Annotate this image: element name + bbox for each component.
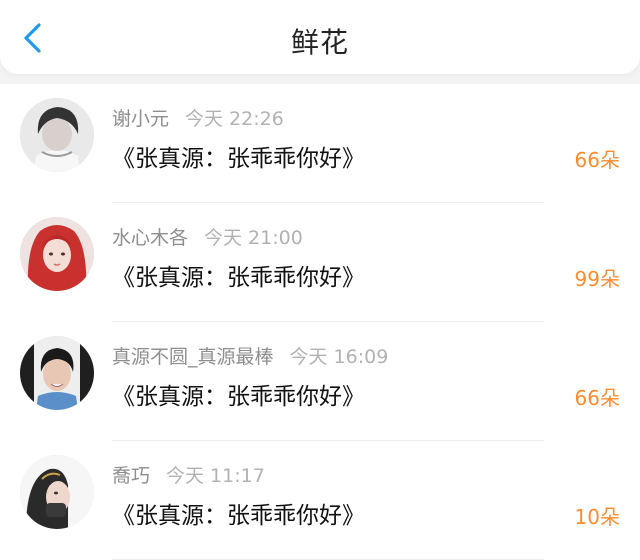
flower-count: 66朵 bbox=[574, 148, 620, 172]
work-title[interactable]: 《张真源：张乖乖你好》 bbox=[112, 139, 365, 173]
work-title[interactable]: 《张真源：张乖乖你好》 bbox=[112, 496, 365, 530]
timestamp: 今天 21:00 bbox=[204, 227, 303, 249]
flower-count: 66朵 bbox=[574, 386, 620, 410]
list-item[interactable]: 真源不圆_真源最棒 今天 16:09 《张真源：张乖乖你好》 66朵 bbox=[0, 322, 640, 441]
list-item[interactable]: 水心木各 今天 21:00 《张真源：张乖乖你好》 99朵 bbox=[0, 203, 640, 322]
row-meta: 谢小元 今天 22:26 bbox=[112, 104, 284, 131]
work-title[interactable]: 《张真源：张乖乖你好》 bbox=[112, 258, 365, 292]
sender-name[interactable]: 水心木各 bbox=[112, 227, 188, 249]
avatar[interactable] bbox=[20, 455, 94, 529]
timestamp: 今天 11:17 bbox=[166, 465, 265, 487]
flower-gift-list: 谢小元 今天 22:26 《张真源：张乖乖你好》 66朵 水心木各 今天 21:00… bbox=[0, 84, 640, 560]
sender-name[interactable]: 真源不圆_真源最棒 bbox=[112, 346, 274, 368]
avatar[interactable] bbox=[20, 98, 94, 172]
top-bar: 鲜花 bbox=[0, 0, 640, 74]
avatar[interactable] bbox=[20, 336, 94, 410]
sender-name[interactable]: 谢小元 bbox=[112, 108, 169, 130]
flower-count: 10朵 bbox=[574, 505, 620, 529]
work-title[interactable]: 《张真源：张乖乖你好》 bbox=[112, 377, 365, 411]
row-meta: 水心木各 今天 21:00 bbox=[112, 223, 303, 250]
list-item[interactable]: 喬巧 今天 11:17 《张真源：张乖乖你好》 10朵 bbox=[0, 441, 640, 560]
flower-count: 99朵 bbox=[574, 267, 620, 291]
list-item[interactable]: 谢小元 今天 22:26 《张真源：张乖乖你好》 66朵 bbox=[0, 84, 640, 203]
avatar[interactable] bbox=[20, 217, 94, 291]
sender-name[interactable]: 喬巧 bbox=[112, 465, 150, 487]
page-title: 鲜花 bbox=[290, 26, 349, 59]
row-meta: 喬巧 今天 11:17 bbox=[112, 461, 265, 488]
timestamp: 今天 22:26 bbox=[185, 108, 284, 130]
timestamp: 今天 16:09 bbox=[289, 346, 389, 368]
row-meta: 真源不圆_真源最棒 今天 16:09 bbox=[112, 342, 388, 369]
